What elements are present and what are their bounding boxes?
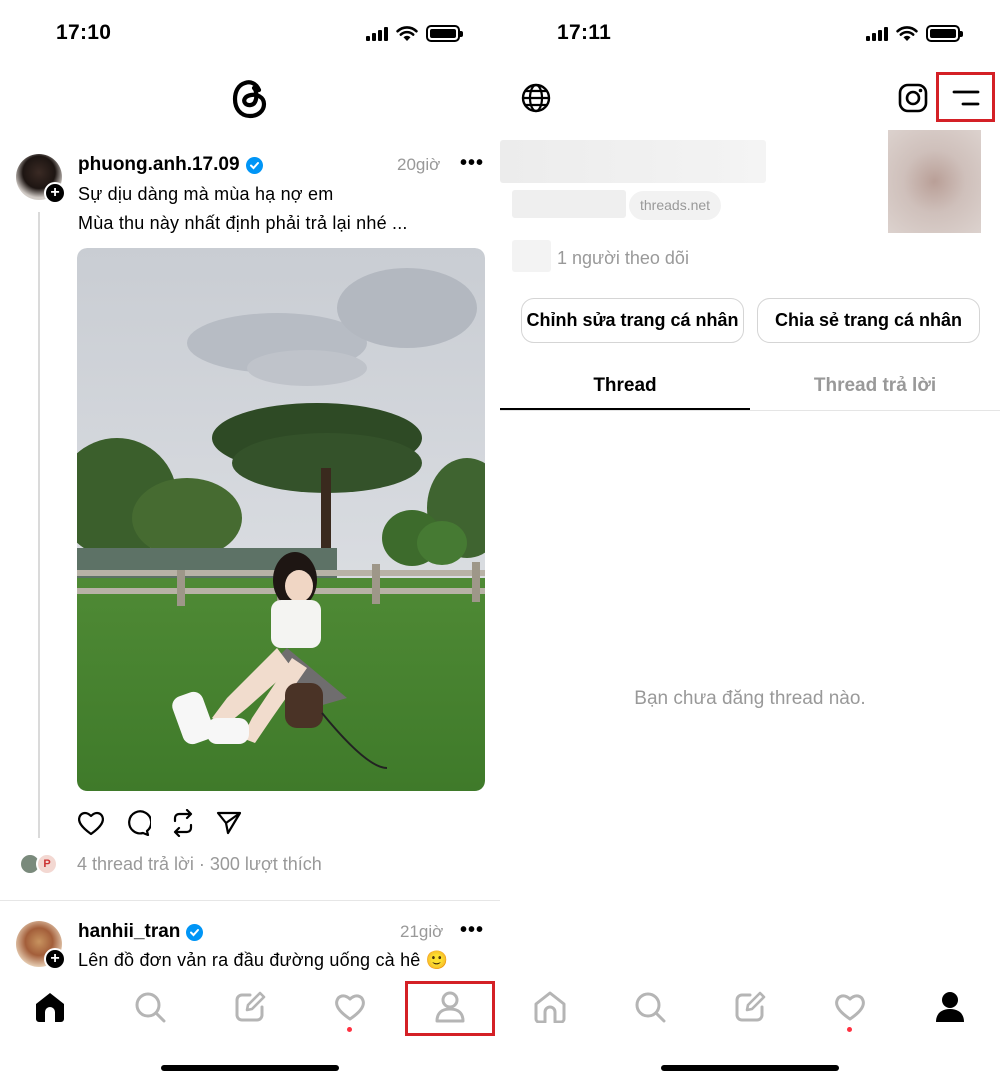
signal-icon: [866, 26, 888, 41]
more-options-icon[interactable]: •••: [460, 153, 484, 173]
nav-profile-icon[interactable]: [920, 977, 980, 1037]
follower-avatars-blurred: [512, 240, 551, 272]
highlight-menu-button: [936, 72, 995, 122]
tab-replies[interactable]: Thread trả lời: [750, 375, 1000, 397]
follow-plus-icon[interactable]: +: [44, 948, 66, 970]
post-divider: [0, 900, 500, 901]
nav-compose-icon[interactable]: [720, 977, 780, 1037]
signal-icon: [366, 26, 388, 41]
post-username[interactable]: hanhii_tran: [78, 921, 204, 943]
post-timestamp: 20giờ: [397, 155, 441, 174]
battery-icon: [926, 25, 963, 42]
home-indicator: [661, 1065, 839, 1071]
profile-name-blurred: [500, 140, 766, 183]
profile-screen: 17:11 threads.net 1 người theo dõi Chỉnh…: [500, 0, 1000, 1082]
status-icons: [866, 25, 963, 42]
nav-home-icon[interactable]: [20, 977, 80, 1037]
tab-threads[interactable]: Thread: [500, 375, 750, 397]
post-username[interactable]: phuong.anh.17.09: [78, 154, 263, 176]
active-tab-indicator: [500, 408, 750, 410]
caption-line-1: Sự dịu dàng mà mùa hạ nợ em: [78, 184, 334, 204]
post-caption: Sự dịu dàng mà mùa hạ nợ em Mùa thu này …: [78, 180, 488, 238]
status-icons: [366, 25, 463, 42]
battery-icon: [426, 25, 463, 42]
threads-net-chip[interactable]: threads.net: [629, 191, 722, 220]
username-text[interactable]: hanhii_tran: [78, 921, 180, 943]
replier-avatar-2: P: [36, 853, 58, 875]
highlight-profile-tab: [405, 981, 495, 1036]
wifi-icon: [396, 25, 418, 41]
share-send-icon[interactable]: [216, 811, 242, 835]
nav-compose-icon[interactable]: [220, 977, 280, 1037]
username-text[interactable]: phuong.anh.17.09: [78, 154, 240, 176]
profile-handle-blurred: [512, 190, 626, 218]
home-indicator: [161, 1065, 339, 1071]
tabs-divider: [500, 410, 1000, 411]
thread-line: [38, 212, 40, 838]
globe-icon[interactable]: [521, 83, 551, 113]
post-caption: Lên đồ đơn vản ra đầu đường uống cà hê 🙂: [78, 950, 449, 970]
nav-search-icon[interactable]: [620, 977, 680, 1037]
status-time: 17:10: [56, 21, 112, 44]
caption-line-2: Mùa thu này nhất định phải trả lại nhé .…: [78, 213, 408, 233]
post-timestamp: 21giờ: [400, 922, 444, 941]
nav-search-icon[interactable]: [120, 977, 180, 1037]
feed-screen: 17:10 + phuong.anh.17.09 20giờ ••• Sự dị…: [0, 0, 500, 1082]
nav-home-icon[interactable]: [520, 977, 580, 1037]
wifi-icon: [896, 25, 918, 41]
share-profile-button[interactable]: Chia sẻ trang cá nhân: [757, 298, 980, 343]
verified-badge-icon: [245, 156, 263, 174]
post-replies-likes[interactable]: 4 thread trả lời · 300 lượt thích: [77, 854, 322, 875]
reply-comment-icon[interactable]: [123, 810, 151, 836]
status-time: 17:11: [557, 21, 612, 44]
followers-count[interactable]: 1 người theo dõi: [557, 248, 689, 269]
verified-badge-icon: [186, 923, 204, 941]
notification-dot: [347, 1027, 352, 1032]
empty-state-text: Bạn chưa đăng thread nào.: [634, 688, 866, 709]
threads-logo-icon[interactable]: [230, 77, 270, 121]
instagram-icon[interactable]: [898, 83, 928, 113]
like-heart-icon[interactable]: [77, 810, 105, 836]
more-options-icon[interactable]: •••: [460, 920, 484, 940]
profile-avatar-blurred[interactable]: [888, 130, 981, 233]
notification-dot: [847, 1027, 852, 1032]
follow-plus-icon[interactable]: +: [44, 182, 66, 204]
edit-profile-button[interactable]: Chỉnh sửa trang cá nhân: [521, 298, 744, 343]
repost-icon[interactable]: [170, 809, 196, 837]
post-photo[interactable]: [77, 248, 485, 791]
